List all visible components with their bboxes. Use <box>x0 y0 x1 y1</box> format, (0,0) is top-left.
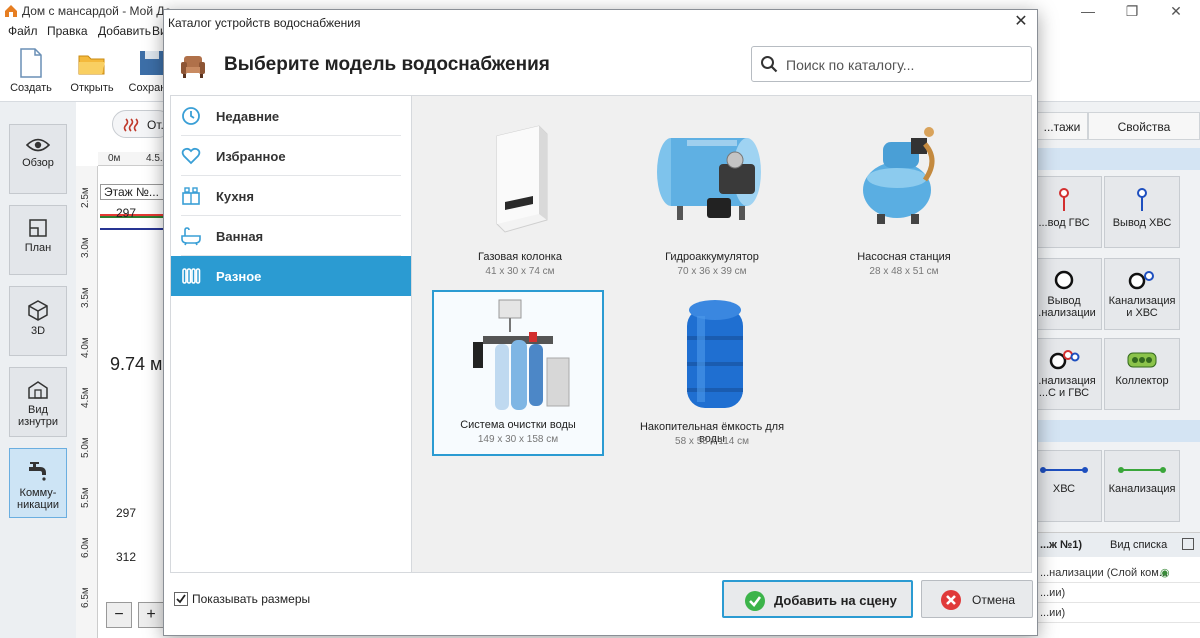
menu-file[interactable]: Файл <box>8 24 38 38</box>
object-list: ...ж №1) Вид списка ...нализации (Слой к… <box>1036 532 1200 638</box>
sewer-icon <box>1054 270 1074 290</box>
list-item[interactable]: ...ии) <box>1036 605 1200 623</box>
show-sizes-checkbox[interactable] <box>174 592 188 606</box>
category-list: Недавние Избранное Кухня Ванная Разное <box>170 95 412 573</box>
search-icon <box>761 56 778 73</box>
dialog-heading: Выберите модель водоснабжения <box>224 54 550 75</box>
tile-collector[interactable]: Коллектор <box>1104 338 1180 410</box>
add-to-scene-button[interactable]: Добавить на сцену <box>722 580 913 618</box>
list-item[interactable]: ...нализации (Слой ком... ◉ <box>1036 565 1200 583</box>
minimize-icon[interactable]: — <box>1068 2 1108 20</box>
dialog-titlebar: Каталог устройств водоснабжения ✕ <box>164 10 1037 34</box>
faucet-icon <box>29 462 46 481</box>
heating-icon <box>123 118 139 132</box>
plan-icon <box>29 219 47 237</box>
cold-water-icon <box>1137 188 1147 211</box>
tile-cold-water-outlet[interactable]: Вывод ХВС <box>1104 176 1180 248</box>
view-inside-button[interactable]: Вид изнутри <box>9 367 67 437</box>
product-pump-station[interactable]: Насосная станция 28 x 48 x 51 см <box>818 120 990 286</box>
product-hydro-accumulator[interactable]: Гидроаккумулятор 70 x 36 x 39 см <box>626 120 798 286</box>
clock-icon <box>182 107 200 125</box>
plan-line-blue <box>100 228 164 230</box>
folder-icon <box>78 55 105 75</box>
create-button[interactable]: Создать <box>3 44 59 100</box>
armchair-icon <box>181 56 205 78</box>
view-3d-button[interactable]: 3D <box>9 286 67 356</box>
object-list-header: ...ж №1) Вид списка <box>1036 533 1200 557</box>
product-grid: Газовая колонка 41 x 30 x 74 см Гидроакк… <box>412 95 1032 573</box>
dimension-label: 297 <box>116 206 137 220</box>
checkmark-icon <box>176 594 186 604</box>
tile-sewer-pipe[interactable]: Канализация <box>1104 450 1180 522</box>
search-input[interactable] <box>786 55 1026 75</box>
dimension-label: 9.74 м <box>110 354 163 374</box>
floppy-icon <box>140 51 164 75</box>
dialog-title: Каталог устройств водоснабжения <box>168 16 361 30</box>
dialog-close-icon[interactable]: ✕ <box>1009 12 1033 32</box>
collector-icon <box>1127 352 1157 368</box>
tab-floors[interactable]: ...тажи <box>1036 112 1088 140</box>
ok-check-icon <box>745 591 765 611</box>
menu-edit[interactable]: Правка <box>47 24 88 38</box>
cancel-button[interactable]: Отмена <box>921 580 1033 618</box>
category-band <box>1036 420 1200 442</box>
hydro-accumulator-image <box>657 138 761 220</box>
water-filter-image <box>473 299 570 410</box>
left-view-panel: Обзор План 3D Вид изнутри Комму-никации <box>0 102 76 638</box>
cancel-x-icon <box>941 590 961 610</box>
zoom-in-icon[interactable]: + <box>138 602 164 628</box>
product-water-filter-system[interactable]: Система очистки воды 149 x 30 x 158 см <box>432 290 604 456</box>
catalog-search[interactable] <box>751 46 1032 82</box>
green-pipe-icon <box>1118 467 1166 473</box>
app-logo-icon <box>5 5 17 17</box>
category-misc[interactable]: Разное <box>171 256 411 296</box>
new-file-icon <box>20 48 42 78</box>
interior-icon <box>28 381 48 399</box>
gas-heater-image <box>496 125 548 233</box>
cube-icon <box>28 300 48 321</box>
view-plan-button[interactable]: План <box>9 205 67 275</box>
category-recent[interactable]: Недавние <box>171 96 411 136</box>
visibility-eye-icon[interactable]: ◉ <box>1160 566 1170 579</box>
tab-properties[interactable]: Свойства <box>1088 112 1200 140</box>
app-title: Дом с мансардой - Мой До... <box>22 4 182 18</box>
right-panel: ...тажи Свойства ...вод ГВС Вывод ХВС Вы… <box>1026 102 1200 638</box>
kitchen-icon <box>182 187 200 205</box>
sewer-cold-icon <box>1128 271 1154 290</box>
catalog-dialog: Каталог устройств водоснабжения ✕ Выбери… <box>163 9 1038 636</box>
category-band <box>1036 148 1200 170</box>
view-utilities-button[interactable]: Комму-никации <box>9 448 67 518</box>
radiator-icon <box>182 268 201 284</box>
pump-station-image <box>863 127 935 224</box>
list-view-toggle[interactable]: Вид списка <box>1110 539 1167 551</box>
zoom-out-icon[interactable]: − <box>106 602 132 628</box>
storage-tank-image <box>687 300 743 408</box>
blue-pipe-icon <box>1040 467 1088 473</box>
dimension-label: 297 <box>116 506 137 520</box>
sewer-cold-hot-icon <box>1049 350 1080 370</box>
floor-label: Этаж №... <box>100 184 164 200</box>
show-sizes-label[interactable]: Показывать размеры <box>192 592 310 606</box>
product-water-storage-tank[interactable]: Накопительная ёмкость для воды 58 x 58 x… <box>626 292 798 458</box>
app-close-icon[interactable]: ✕ <box>1156 2 1196 20</box>
right-panel-tabs: ...тажи Свойства <box>1036 112 1200 140</box>
list-view-icon[interactable] <box>1182 538 1194 550</box>
list-item[interactable]: ...ии) <box>1036 585 1200 603</box>
product-gas-heater[interactable]: Газовая колонка 41 x 30 x 74 см <box>434 120 606 286</box>
restore-icon[interactable]: ❐ <box>1112 2 1152 20</box>
menu-add[interactable]: Добавить <box>98 24 151 38</box>
category-favorites[interactable]: Избранное <box>171 136 411 176</box>
tile-sewer-cold-water[interactable]: Канализация и ХВС <box>1104 258 1180 330</box>
eye-icon <box>26 138 50 152</box>
open-button[interactable]: Открыть <box>64 44 120 100</box>
category-bathroom[interactable]: Ванная <box>171 216 411 256</box>
view-overview-button[interactable]: Обзор <box>9 124 67 194</box>
category-kitchen[interactable]: Кухня <box>171 176 411 216</box>
bathtub-icon <box>181 227 201 246</box>
ruler-left: 2.5м 3.0м 3.5м 4.0м 4.5м 5.0м 5.5м 6.0м … <box>76 166 98 638</box>
dimension-label: 312 <box>116 550 137 564</box>
hot-water-icon <box>1059 188 1069 211</box>
heart-icon <box>181 147 201 165</box>
